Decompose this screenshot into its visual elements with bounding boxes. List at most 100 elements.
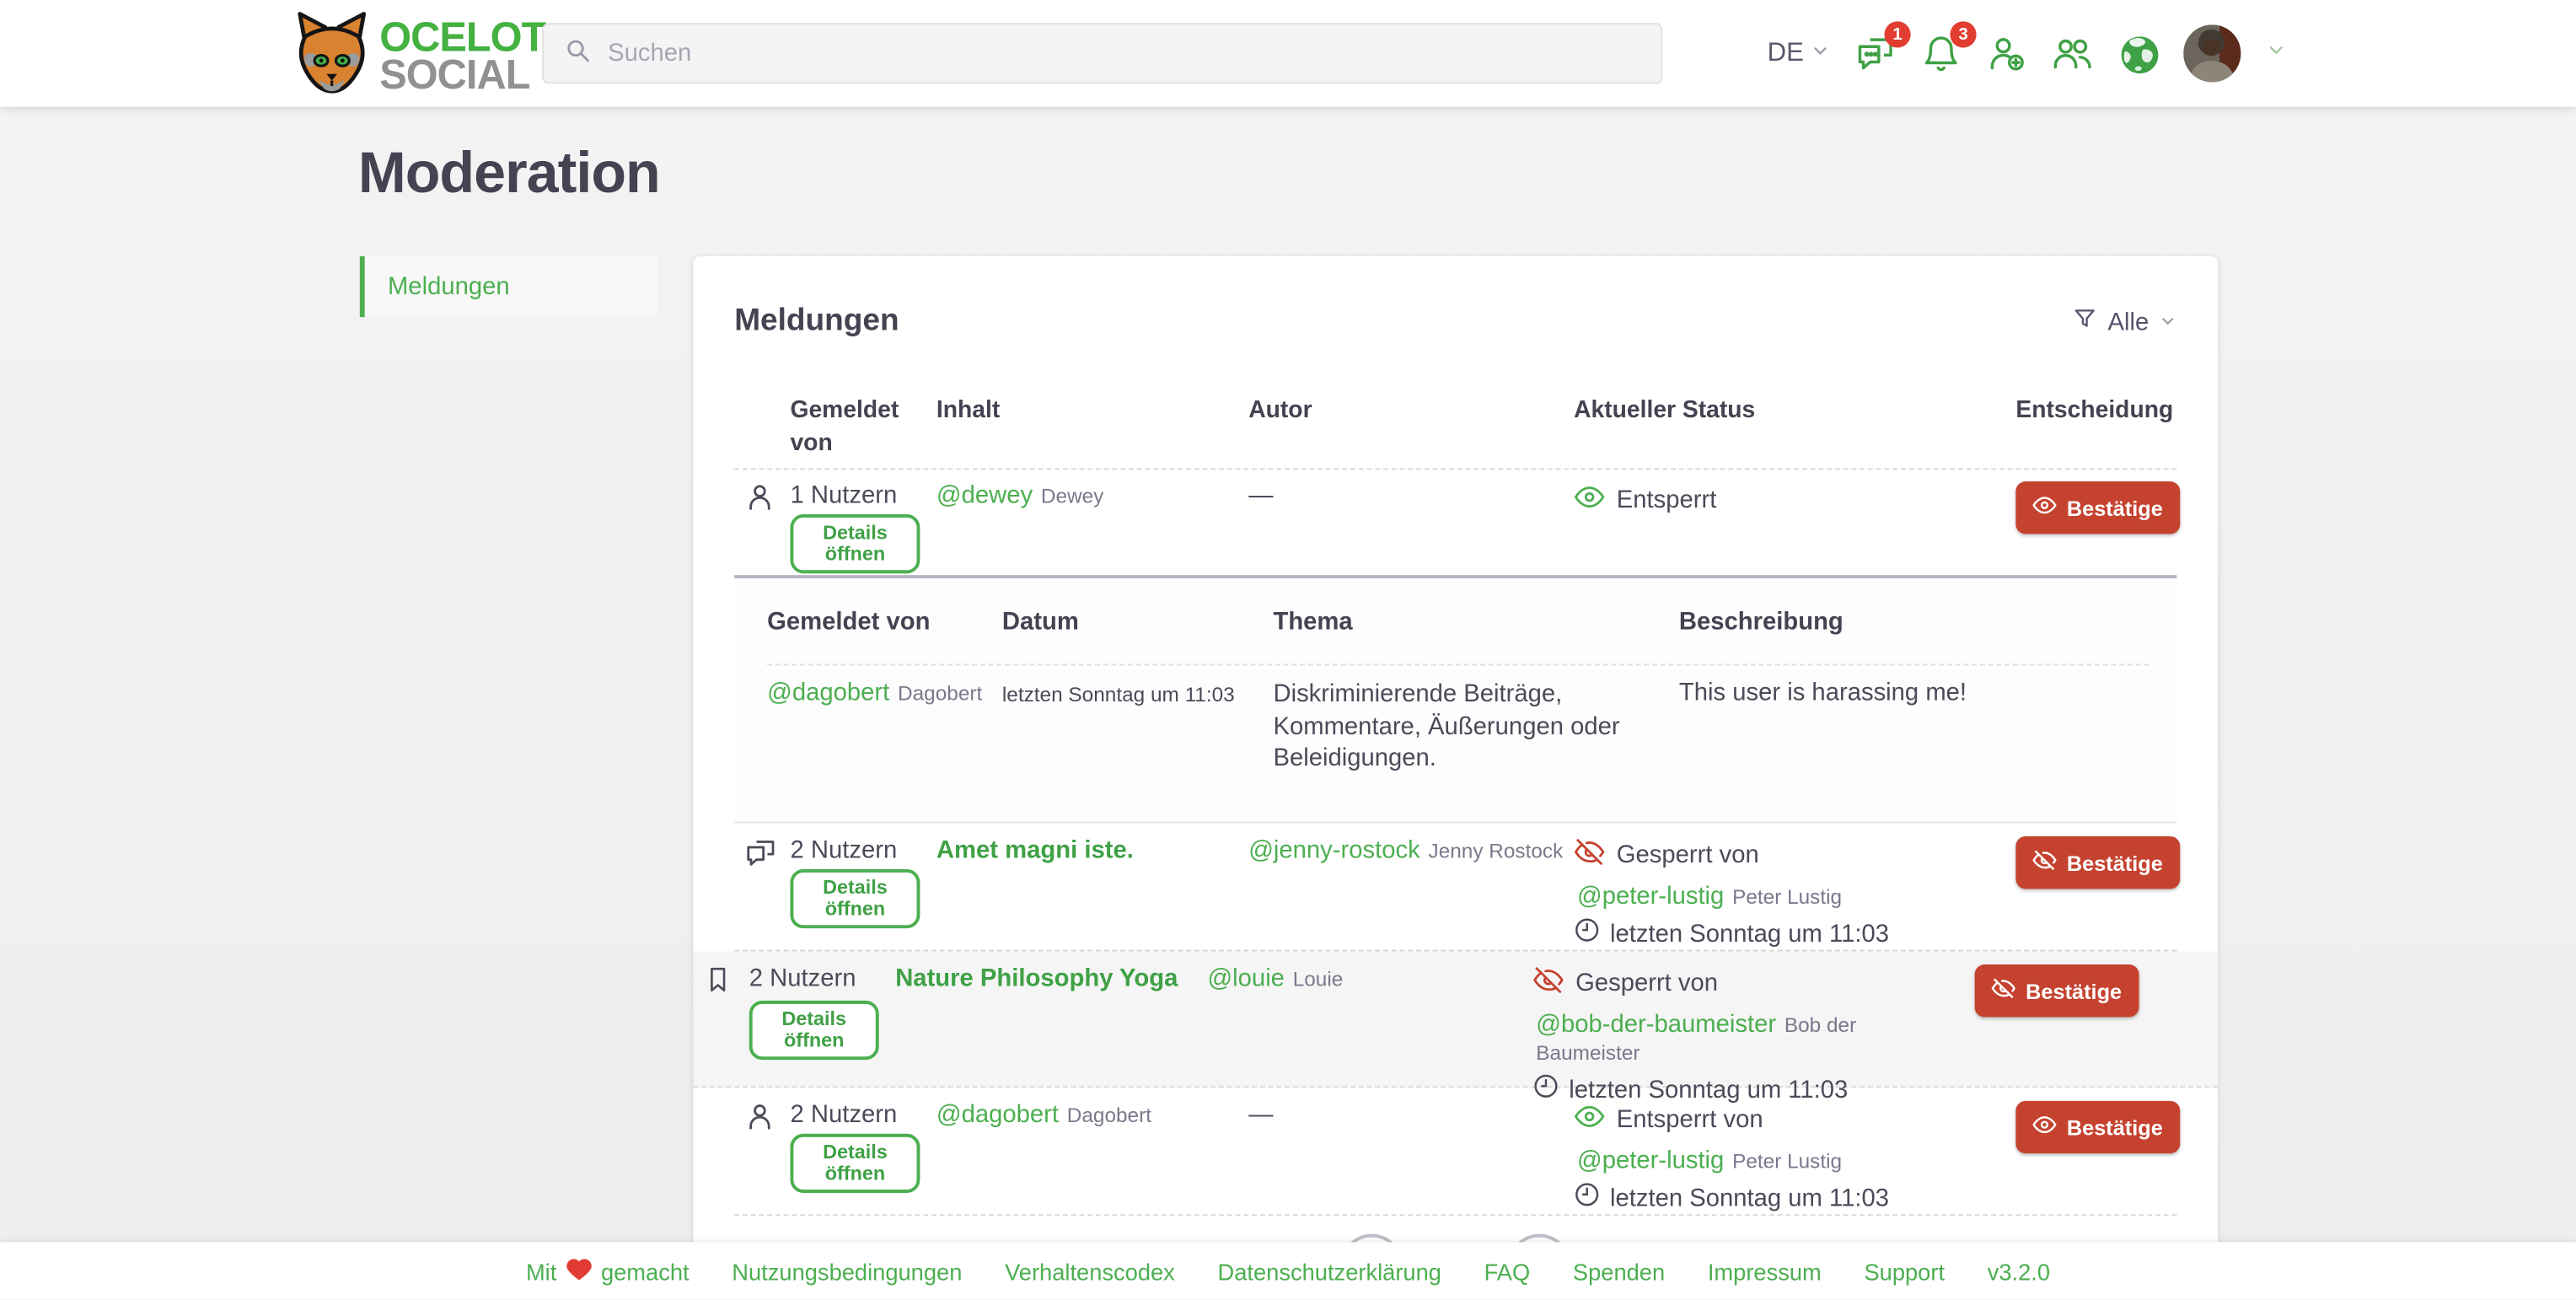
moderator-link[interactable]: @peter-lustig xyxy=(1577,883,1724,911)
content-user-link[interactable]: @dewey xyxy=(936,481,1033,509)
eye-off-icon xyxy=(1532,964,1564,1002)
reporters-count: 2 Nutzern xyxy=(790,1101,897,1129)
detail-reporter-name: Dagobert xyxy=(898,682,982,705)
search-placeholder: Suchen xyxy=(608,40,691,67)
notifications-button[interactable]: 3 xyxy=(1920,33,1962,74)
column-header-content: Inhalt xyxy=(936,395,1000,427)
detail-reporter-link[interactable]: @dagobert xyxy=(767,679,889,706)
status-label: Entsperrt von xyxy=(1617,1106,1763,1134)
status-label: Gesperrt von xyxy=(1575,970,1718,997)
filter-label: Alle xyxy=(2108,308,2149,336)
content-user-name: Dewey xyxy=(1041,485,1103,508)
moderator-name: Peter Lustig xyxy=(1732,886,1842,909)
search-icon xyxy=(564,35,592,72)
ocelot-logo-icon xyxy=(289,10,374,104)
moderator-name: Peter Lustig xyxy=(1732,1150,1842,1173)
search-input[interactable]: Suchen xyxy=(542,23,1662,83)
reporters-count: 2 Nutzern xyxy=(790,836,897,864)
author-user-link[interactable]: @louie xyxy=(1208,964,1285,992)
navbar-actions: DE 1 xyxy=(1768,0,2287,107)
footer-link-support[interactable]: Support xyxy=(1843,1258,1966,1284)
user-plus-icon xyxy=(1986,33,2027,74)
confirm-button[interactable]: Bestätige xyxy=(1975,964,2139,1017)
open-details-button[interactable]: Details öffnen xyxy=(790,514,920,573)
filter-icon xyxy=(2072,306,2098,339)
user-icon xyxy=(744,1101,775,1141)
reports-panel: Meldungen Alle Gemeldet von Inhalt Autor… xyxy=(693,256,2218,1287)
content-user-link[interactable]: @dagobert xyxy=(936,1101,1059,1129)
eye-off-icon xyxy=(1574,836,1605,874)
groups-button[interactable] xyxy=(2052,33,2093,74)
author-cell: — xyxy=(1248,481,1273,509)
chevron-down-icon xyxy=(1811,39,1830,68)
logo-line1: OCELOT xyxy=(379,19,545,56)
author-user-name: Jenny Rostock xyxy=(1429,840,1564,862)
brand-logo[interactable]: OCELOT SOCIAL xyxy=(289,10,545,104)
open-details-button[interactable]: Details öffnen xyxy=(790,1134,920,1193)
page-footer: Mit gemacht Nutzungsbedingungen Verhalte… xyxy=(0,1242,2576,1299)
page-title: Moderation xyxy=(358,142,660,207)
content-user-name: Dagobert xyxy=(1067,1104,1151,1127)
clock-icon xyxy=(1574,917,1600,950)
chevron-down-icon xyxy=(2159,308,2176,336)
globe-icon xyxy=(2117,33,2159,78)
detail-column-reported-by: Gemeldet von xyxy=(767,608,930,636)
column-header-status: Aktueller Status xyxy=(1574,395,1755,427)
footer-link-verhaltenscodex[interactable]: Verhaltenscodex xyxy=(984,1258,1196,1284)
table-row: 1 Nutzern Details öffnen @dewey Dewey — E… xyxy=(734,468,2176,578)
author-user-link[interactable]: @jenny-rostock xyxy=(1248,836,1420,864)
comment-icon xyxy=(744,836,777,878)
language-selector[interactable]: DE xyxy=(1768,39,1831,68)
bookmark-icon xyxy=(703,964,733,1002)
confirm-button[interactable]: Bestätige xyxy=(2015,481,2179,534)
column-header-decision: Entscheidung xyxy=(2015,395,2173,427)
confirm-button[interactable]: Bestätige xyxy=(2015,1101,2179,1153)
footer-link-datenschutzerklaerung[interactable]: Datenschutzerklärung xyxy=(1196,1258,1462,1284)
made-with-love-link[interactable]: Mit gemacht xyxy=(505,1254,711,1287)
language-label: DE xyxy=(1768,39,1804,68)
footer-link-impressum[interactable]: Impressum xyxy=(1687,1258,1843,1284)
footer-link-nutzungsbedingungen[interactable]: Nutzungsbedingungen xyxy=(711,1258,984,1284)
moderator-link[interactable]: @bob-der-baumeister xyxy=(1536,1011,1776,1039)
moderator-link[interactable]: @peter-lustig xyxy=(1577,1147,1724,1174)
detail-column-date: Datum xyxy=(1002,608,1079,636)
open-details-button[interactable]: Details öffnen xyxy=(749,1001,879,1060)
content-post-link[interactable]: Amet magni iste. xyxy=(936,836,1134,864)
heart-icon xyxy=(565,1254,593,1287)
detail-column-description: Beschreibung xyxy=(1679,608,1843,636)
clock-icon xyxy=(1574,1181,1600,1214)
map-button[interactable] xyxy=(2117,33,2159,74)
confirm-button[interactable]: Bestätige xyxy=(2015,836,2179,889)
table-header-row: Gemeldet von Inhalt Autor Aktueller Stat… xyxy=(734,388,2176,470)
table-row: 2 Nutzern Details öffnen Nature Philosop… xyxy=(693,951,2218,1088)
footer-link-spenden[interactable]: Spenden xyxy=(1552,1258,1687,1284)
report-detail-panel: Gemeldet von Datum Thema Beschreibung @d… xyxy=(734,578,2176,823)
avatar[interactable] xyxy=(2183,24,2241,82)
author-user-name: Louie xyxy=(1293,968,1344,991)
status-date: letzten Sonntag um 11:03 xyxy=(1610,919,1889,947)
content-post-link[interactable]: Nature Philosophy Yoga xyxy=(895,964,1178,992)
user-menu-chevron-icon[interactable] xyxy=(2266,39,2287,68)
user-icon xyxy=(744,481,775,521)
status-label: Entsperrt xyxy=(1617,486,1717,514)
eye-off-icon xyxy=(2032,848,2057,878)
author-cell: — xyxy=(1248,1101,1273,1129)
filter-dropdown[interactable]: Alle xyxy=(2072,306,2177,339)
status-date: letzten Sonntag um 11:03 xyxy=(1610,1184,1889,1211)
table-row: 2 Nutzern Details öffnen @dagobert Dagobe… xyxy=(734,1088,2176,1216)
users-icon xyxy=(2052,33,2093,74)
moderation-page: OCELOT SOCIAL Suchen DE xyxy=(0,0,2576,1300)
reporters-count: 1 Nutzern xyxy=(790,481,897,509)
chat-button[interactable]: 1 xyxy=(1854,33,1896,74)
footer-link-faq[interactable]: FAQ xyxy=(1462,1258,1551,1284)
sidebar-item-meldungen[interactable]: Meldungen xyxy=(360,256,657,317)
follow-requests-button[interactable] xyxy=(1986,33,2027,74)
detail-column-topic: Thema xyxy=(1273,608,1352,636)
table-row: 2 Nutzern Details öffnen Amet magni iste… xyxy=(734,823,2176,951)
notifications-badge: 3 xyxy=(1950,21,1976,47)
detail-date: letzten Sonntag um 11:03 xyxy=(1002,684,1235,706)
footer-version: v3.2.0 xyxy=(1966,1258,2071,1284)
eye-icon xyxy=(2032,493,2057,523)
logo-line2: SOCIAL xyxy=(379,56,545,94)
open-details-button[interactable]: Details öffnen xyxy=(790,869,920,928)
